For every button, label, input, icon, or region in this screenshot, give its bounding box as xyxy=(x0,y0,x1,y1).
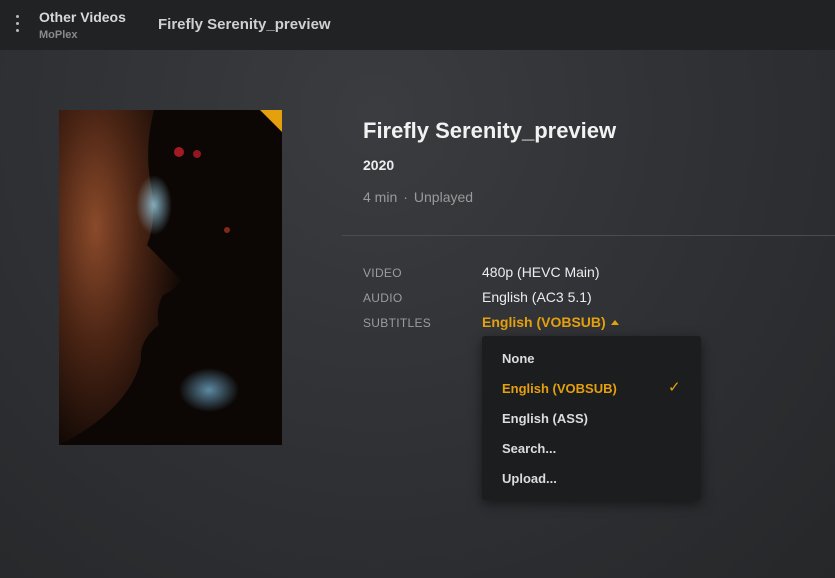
subtitle-option-search[interactable]: Search... xyxy=(502,441,556,456)
section-divider xyxy=(342,235,835,236)
subtitles-menu: None English (VOBSUB) ✓ English (ASS) Se… xyxy=(482,336,701,500)
item-meta: 4 min · Unplayed xyxy=(363,189,473,205)
watch-status: Unplayed xyxy=(413,189,474,205)
more-options-icon[interactable] xyxy=(14,15,22,35)
subtitles-label: SUBTITLES xyxy=(363,316,432,330)
library-title[interactable]: Other Videos xyxy=(39,9,126,25)
video-label: VIDEO xyxy=(363,266,402,280)
audio-label: AUDIO xyxy=(363,291,403,305)
item-year: 2020 xyxy=(363,157,395,173)
subtitle-option-english-ass[interactable]: English (ASS) xyxy=(502,411,588,426)
poster-artwork xyxy=(59,110,282,445)
subtitles-dropdown-toggle[interactable]: English (VOBSUB) xyxy=(482,314,619,330)
video-value: 480p (HEVC Main) xyxy=(482,264,600,280)
caret-up-icon xyxy=(610,320,619,325)
meta-separator: · xyxy=(403,189,408,205)
subtitle-option-none[interactable]: None xyxy=(502,351,535,366)
top-bar: Other Videos MoPlex Firefly Serenity_pre… xyxy=(0,0,835,50)
subtitle-option-english-vobsub[interactable]: English (VOBSUB) xyxy=(502,381,617,396)
duration: 4 min xyxy=(363,189,398,205)
poster-image[interactable] xyxy=(59,110,282,445)
server-name: MoPlex xyxy=(39,29,78,41)
unwatched-corner-badge xyxy=(260,110,282,132)
audio-value[interactable]: English (AC3 5.1) xyxy=(482,289,592,305)
item-title: Firefly Serenity_preview xyxy=(363,118,617,143)
checkmark-icon: ✓ xyxy=(668,379,681,396)
breadcrumb-title: Firefly Serenity_preview xyxy=(158,16,331,33)
subtitle-option-upload[interactable]: Upload... xyxy=(502,471,557,486)
subtitles-value: English (VOBSUB) xyxy=(482,314,606,330)
